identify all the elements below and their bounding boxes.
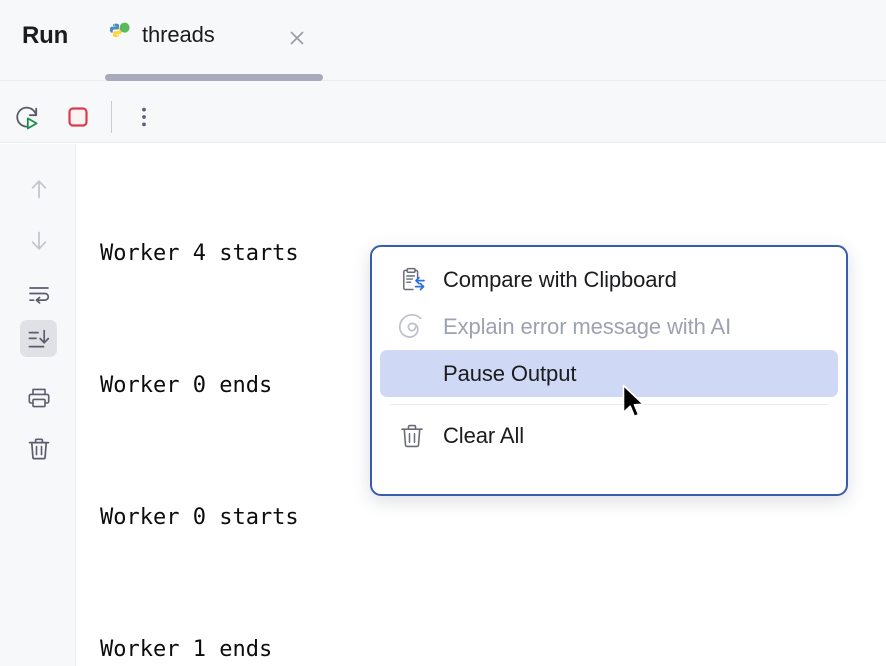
tab-content: threads bbox=[105, 22, 215, 48]
ai-spiral-icon bbox=[398, 313, 426, 341]
scroll-to-end-button[interactable] bbox=[20, 320, 57, 357]
toolbar-divider bbox=[111, 101, 112, 133]
console-line: Worker 4 starts bbox=[100, 241, 299, 266]
more-options-button[interactable] bbox=[127, 100, 161, 134]
console-line: Worker 0 ends bbox=[100, 373, 273, 398]
stop-button[interactable] bbox=[61, 100, 95, 134]
console-line: Worker 1 ends bbox=[100, 637, 273, 662]
compare-clipboard-icon bbox=[398, 266, 426, 294]
tab-label: threads bbox=[142, 22, 215, 47]
python-icon bbox=[105, 22, 131, 48]
menu-item-compare-with-clipboard[interactable]: Compare with Clipboard bbox=[380, 256, 838, 303]
print-button[interactable] bbox=[20, 379, 57, 416]
trash-icon bbox=[398, 422, 426, 450]
tab-bar: Run threads bbox=[0, 0, 886, 81]
menu-item-label: Pause Output bbox=[443, 360, 577, 386]
menu-item-clear-all[interactable]: Clear All bbox=[380, 412, 838, 459]
close-icon[interactable] bbox=[287, 28, 307, 48]
menu-item-explain-error-with-ai: Explain error message with AI bbox=[380, 303, 838, 350]
menu-item-label: Explain error message with AI bbox=[443, 313, 732, 339]
console-line: Worker 0 starts bbox=[100, 505, 299, 530]
menu-item-label: Compare with Clipboard bbox=[443, 266, 677, 292]
menu-item-label: Clear All bbox=[443, 422, 525, 448]
next-occurrence-button[interactable] bbox=[20, 222, 57, 259]
console-lines: Worker 4 starts Worker 0 ends Worker 0 s… bbox=[100, 144, 299, 666]
run-tool-window: Run threads Worker 4 starts Worker 0 end… bbox=[0, 0, 886, 666]
trash-icon[interactable] bbox=[20, 430, 57, 467]
active-tab-indicator bbox=[105, 74, 323, 81]
context-menu: Compare with Clipboard Explain error mes… bbox=[370, 245, 848, 496]
tab-threads[interactable]: threads bbox=[105, 0, 323, 81]
panel-title: Run bbox=[22, 22, 69, 49]
menu-item-pause-output[interactable]: Pause Output bbox=[380, 350, 838, 397]
menu-divider bbox=[390, 404, 828, 405]
soft-wrap-button[interactable] bbox=[20, 275, 57, 312]
previous-occurrence-button[interactable] bbox=[20, 170, 57, 207]
rerun-button[interactable] bbox=[10, 100, 44, 134]
